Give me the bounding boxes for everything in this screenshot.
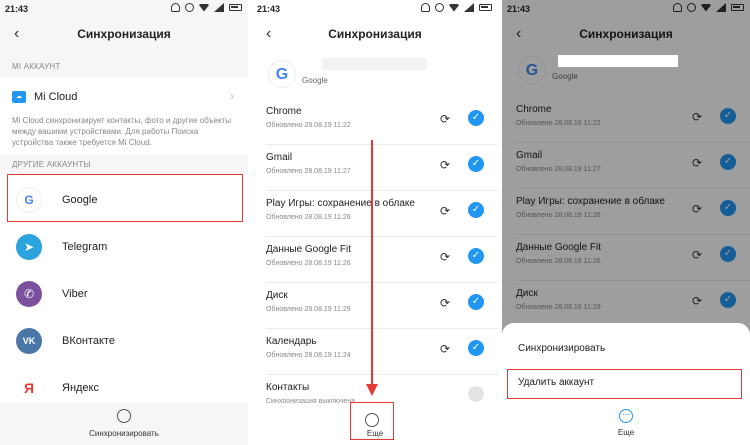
sync-accounts-screen: 21:43 ‹ Синхронизация MI АККАУНТ ☁ Mi Cl… bbox=[0, 0, 248, 445]
chevron-right-icon: › bbox=[230, 89, 234, 103]
wifi-icon bbox=[199, 3, 209, 12]
battery-icon bbox=[479, 4, 492, 11]
mute-icon bbox=[421, 3, 430, 12]
delete-highlight-box bbox=[507, 369, 742, 399]
page-title: Синхронизация bbox=[328, 27, 422, 41]
yandex-icon: Я bbox=[16, 374, 42, 401]
sync-checkbox[interactable]: ✓ bbox=[468, 156, 484, 172]
row-divider bbox=[266, 144, 498, 145]
account-name: Яндекс bbox=[62, 381, 99, 394]
sync-item-name: Данные Google Fit bbox=[266, 244, 352, 255]
sync-item[interactable]: Play Игры: сохранение в облаке Обновлено … bbox=[266, 192, 488, 238]
sync-item-date: Обновлено 28.08.19 11:26 bbox=[266, 214, 351, 221]
row-divider bbox=[266, 190, 498, 191]
telegram-icon: ➤ bbox=[16, 233, 42, 260]
arrow-line bbox=[371, 140, 373, 390]
sync-item[interactable]: Диск Обновлено 28.08.19 11:29 ⟳ ✓ bbox=[266, 284, 488, 330]
mi-account-section-label: MI АККАУНТ bbox=[12, 62, 61, 71]
mi-cloud-icon: ☁ bbox=[12, 91, 26, 103]
menu-sync[interactable]: Синхронизировать bbox=[518, 343, 605, 354]
sync-item-date: Обновлено 28.08.19 11:24 bbox=[266, 352, 351, 359]
row-divider bbox=[266, 282, 498, 283]
more-icon[interactable]: ⋯ bbox=[619, 409, 633, 423]
account-item-telegram[interactable]: ➤ Telegram bbox=[0, 223, 248, 270]
sync-checkbox[interactable]: ✓ bbox=[468, 248, 484, 264]
sync-item-name: Контакты bbox=[266, 382, 310, 393]
account-item-viber[interactable]: ✆ Viber bbox=[0, 270, 248, 317]
alarm-icon bbox=[435, 3, 444, 12]
google-sync-screen: 21:43 ‹ Синхронизация G Google Chrome Обн… bbox=[252, 0, 498, 445]
sync-checkbox[interactable]: ✓ bbox=[468, 202, 484, 218]
battery-icon bbox=[229, 4, 242, 11]
signal-icon bbox=[214, 3, 224, 12]
sync-item-name: Диск bbox=[266, 290, 288, 301]
sync-item-name: Chrome bbox=[266, 106, 302, 117]
page-title: Синхронизация bbox=[77, 27, 171, 41]
sync-item[interactable]: Gmail Обновлено 28.08.19 11:27 ⟳ ✓ bbox=[266, 146, 488, 192]
sync-checkbox[interactable]: ✓ bbox=[468, 340, 484, 356]
sync-item-date: Обновлено 28.08.19 11:29 bbox=[266, 306, 351, 313]
refresh-icon[interactable]: ⟳ bbox=[440, 112, 450, 126]
wifi-icon bbox=[449, 3, 459, 12]
account-name: Telegram bbox=[62, 240, 108, 253]
header: ‹ Синхронизация bbox=[0, 22, 248, 48]
refresh-icon[interactable]: ⟳ bbox=[440, 204, 450, 218]
header: ‹ Синхронизация bbox=[252, 22, 498, 48]
account-name: ВКонтакте bbox=[62, 334, 115, 347]
account-name: Viber bbox=[62, 287, 88, 300]
status-bar: 21:43 bbox=[252, 0, 498, 20]
google-highlight-box bbox=[7, 174, 243, 222]
google-icon: G bbox=[268, 60, 296, 88]
viber-icon: ✆ bbox=[16, 280, 42, 307]
account-header: G Google bbox=[268, 60, 328, 88]
redacted-email-top bbox=[558, 55, 678, 67]
refresh-icon[interactable]: ⟳ bbox=[440, 296, 450, 310]
refresh-icon[interactable]: ⟳ bbox=[440, 158, 450, 172]
sync-item[interactable]: Календарь Обновлено 28.08.19 11:24 ⟳ ✓ bbox=[266, 330, 488, 376]
sync-item-date: Обновлено 28.08.19 11:27 bbox=[266, 168, 351, 175]
row-divider bbox=[266, 328, 498, 329]
mi-cloud-label: Mi Cloud bbox=[34, 91, 78, 103]
sync-checkbox[interactable]: ✓ bbox=[468, 386, 484, 402]
account-item-vk[interactable]: VK ВКонтакте bbox=[0, 317, 248, 364]
sync-item-date: Обновлено 28.08.19 11:26 bbox=[266, 260, 351, 267]
bottom-bar: Синхронизировать bbox=[0, 403, 248, 445]
more-highlight-box bbox=[350, 402, 394, 440]
other-accounts-section-label: ДРУГИЕ АККАУНТЫ bbox=[12, 160, 91, 169]
vk-icon: VK bbox=[16, 327, 42, 354]
alarm-icon bbox=[185, 3, 194, 12]
sync-item-name: Gmail bbox=[266, 152, 293, 163]
refresh-icon[interactable]: ⟳ bbox=[440, 250, 450, 264]
status-bar: 21:43 bbox=[0, 0, 248, 20]
mi-cloud-card[interactable]: ☁ Mi Cloud › Mi Cloud синхронизирует кон… bbox=[0, 77, 248, 155]
status-time: 21:43 bbox=[257, 4, 281, 14]
row-divider bbox=[266, 236, 498, 237]
row-divider bbox=[266, 374, 498, 375]
mi-cloud-description: Mi Cloud синхронизирует контакты, фото и… bbox=[12, 116, 231, 147]
status-time: 21:43 bbox=[5, 4, 29, 14]
more-button[interactable]: Еще bbox=[502, 428, 750, 437]
sync-icon[interactable] bbox=[117, 409, 131, 423]
refresh-icon[interactable]: ⟳ bbox=[440, 342, 450, 356]
mute-icon bbox=[171, 3, 180, 12]
redacted-email bbox=[322, 58, 427, 70]
sync-item[interactable]: Chrome Обновлено 28.08.19 11:22 ⟳ ✓ bbox=[266, 100, 488, 146]
signal-icon bbox=[464, 3, 474, 12]
sync-checkbox[interactable]: ✓ bbox=[468, 110, 484, 126]
sync-item-date: Обновлено 28.08.19 11:22 bbox=[266, 122, 351, 129]
delete-account-screen: 21:43 ‹ Синхронизация G Google Chrome Обн… bbox=[502, 0, 750, 445]
sync-item-name: Play Игры: сохранение в облаке bbox=[266, 198, 415, 209]
account-type-label: Google bbox=[302, 75, 328, 85]
sync-button[interactable]: Синхронизировать bbox=[0, 429, 248, 438]
sync-item[interactable]: Данные Google Fit Обновлено 28.08.19 11:2… bbox=[266, 238, 488, 284]
sync-checkbox[interactable]: ✓ bbox=[468, 294, 484, 310]
sync-item-name: Календарь bbox=[266, 336, 317, 347]
